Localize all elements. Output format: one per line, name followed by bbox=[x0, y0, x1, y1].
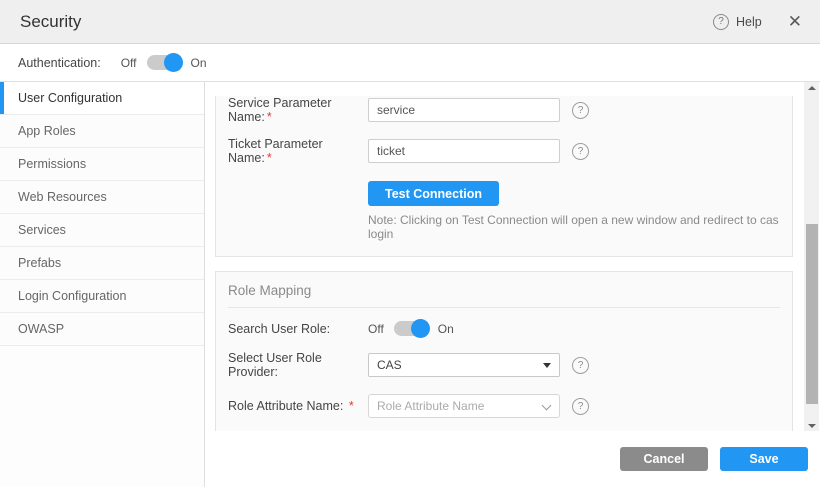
authentication-off-label[interactable]: Off bbox=[121, 56, 137, 70]
scrollbar-thumb[interactable] bbox=[806, 224, 818, 404]
role-attribute-label: Role Attribute Name: * bbox=[228, 399, 368, 413]
page-title: Security bbox=[20, 12, 81, 32]
ticket-parameter-row: Ticket Parameter Name:* ? bbox=[216, 137, 792, 165]
role-attribute-row: Role Attribute Name: * Role Attribute Na… bbox=[216, 394, 792, 418]
search-user-role-label: Search User Role: bbox=[228, 322, 368, 336]
sidebar-item-services[interactable]: Services bbox=[0, 214, 204, 247]
authentication-bar: Authentication: Off On bbox=[0, 44, 820, 82]
scroll-viewport: Service Parameter Name:* ? Ticket Parame… bbox=[205, 82, 820, 431]
search-user-role-row: Search User Role: Off On bbox=[216, 321, 792, 336]
service-parameter-row: Service Parameter Name:* ? bbox=[216, 96, 792, 124]
provider-settings-card: Service Parameter Name:* ? Ticket Parame… bbox=[215, 96, 793, 257]
role-provider-row: Select User Role Provider: CAS ? bbox=[216, 351, 792, 379]
header-actions: ? Help ✕ bbox=[713, 13, 802, 30]
toggle-knob-icon bbox=[411, 319, 430, 338]
required-asterisk: * bbox=[267, 110, 272, 124]
toggle-knob-icon bbox=[164, 53, 183, 72]
authentication-on-label[interactable]: On bbox=[191, 56, 207, 70]
sidebar-item-user-configuration[interactable]: User Configuration bbox=[0, 82, 204, 115]
vertical-scrollbar[interactable] bbox=[804, 82, 819, 431]
help-icon[interactable]: ? bbox=[572, 398, 589, 415]
label-text: Service Parameter Name: bbox=[228, 96, 332, 124]
sidebar-item-login-configuration[interactable]: Login Configuration bbox=[0, 280, 204, 313]
search-user-role-toggle[interactable] bbox=[394, 321, 428, 336]
sidebar-item-prefabs[interactable]: Prefabs bbox=[0, 247, 204, 280]
dialog-header: Security ? Help ✕ bbox=[0, 0, 820, 44]
service-parameter-label: Service Parameter Name:* bbox=[228, 96, 368, 124]
sidebar-item-app-roles[interactable]: App Roles bbox=[0, 115, 204, 148]
authentication-toggle[interactable] bbox=[147, 55, 181, 70]
authentication-label: Authentication: bbox=[18, 56, 101, 70]
help-icon[interactable]: ? bbox=[572, 143, 589, 160]
chevron-down-icon bbox=[542, 401, 552, 411]
sidebar-item-web-resources[interactable]: Web Resources bbox=[0, 181, 204, 214]
role-mapping-card: Role Mapping Search User Role: Off On Se… bbox=[215, 271, 793, 431]
required-asterisk: * bbox=[267, 151, 272, 165]
role-provider-value: CAS bbox=[377, 358, 402, 372]
test-connection-note: Note: Clicking on Test Connection will o… bbox=[368, 213, 792, 241]
label-text: Role Attribute Name: bbox=[228, 399, 343, 413]
security-dialog: Security ? Help ✕ Authentication: Off On… bbox=[0, 0, 820, 488]
cancel-button[interactable]: Cancel bbox=[620, 447, 708, 471]
dropdown-caret-icon bbox=[543, 363, 551, 368]
scroll-up-icon[interactable] bbox=[804, 82, 819, 94]
role-provider-select[interactable]: CAS bbox=[368, 353, 560, 377]
help-icon[interactable]: ? bbox=[572, 102, 589, 119]
save-button[interactable]: Save bbox=[720, 447, 808, 471]
sidebar-item-owasp[interactable]: OWASP bbox=[0, 313, 204, 346]
role-attribute-placeholder: Role Attribute Name bbox=[377, 399, 484, 413]
settings-sidebar: User Configuration App Roles Permissions… bbox=[0, 82, 205, 487]
ticket-parameter-label: Ticket Parameter Name:* bbox=[228, 137, 368, 165]
service-parameter-input[interactable] bbox=[368, 98, 560, 122]
footer-actions: Cancel Save bbox=[205, 431, 820, 487]
divider bbox=[228, 307, 780, 308]
close-icon[interactable]: ✕ bbox=[788, 13, 802, 30]
main-panel: Service Parameter Name:* ? Ticket Parame… bbox=[205, 82, 820, 487]
role-mapping-title: Role Mapping bbox=[216, 272, 792, 298]
sidebar-item-permissions[interactable]: Permissions bbox=[0, 148, 204, 181]
help-link[interactable]: Help bbox=[736, 15, 762, 29]
help-icon[interactable]: ? bbox=[572, 357, 589, 374]
test-connection-button[interactable]: Test Connection bbox=[368, 181, 499, 206]
help-icon[interactable]: ? bbox=[713, 14, 729, 30]
label-text: Ticket Parameter Name: bbox=[228, 137, 323, 165]
role-provider-label: Select User Role Provider: bbox=[228, 351, 368, 379]
role-attribute-combobox[interactable]: Role Attribute Name bbox=[368, 394, 560, 418]
ticket-parameter-input[interactable] bbox=[368, 139, 560, 163]
search-user-role-off-label[interactable]: Off bbox=[368, 322, 384, 336]
required-asterisk: * bbox=[349, 399, 354, 413]
search-user-role-on-label[interactable]: On bbox=[438, 322, 454, 336]
dialog-body: User Configuration App Roles Permissions… bbox=[0, 82, 820, 487]
scroll-down-icon[interactable] bbox=[804, 419, 819, 431]
